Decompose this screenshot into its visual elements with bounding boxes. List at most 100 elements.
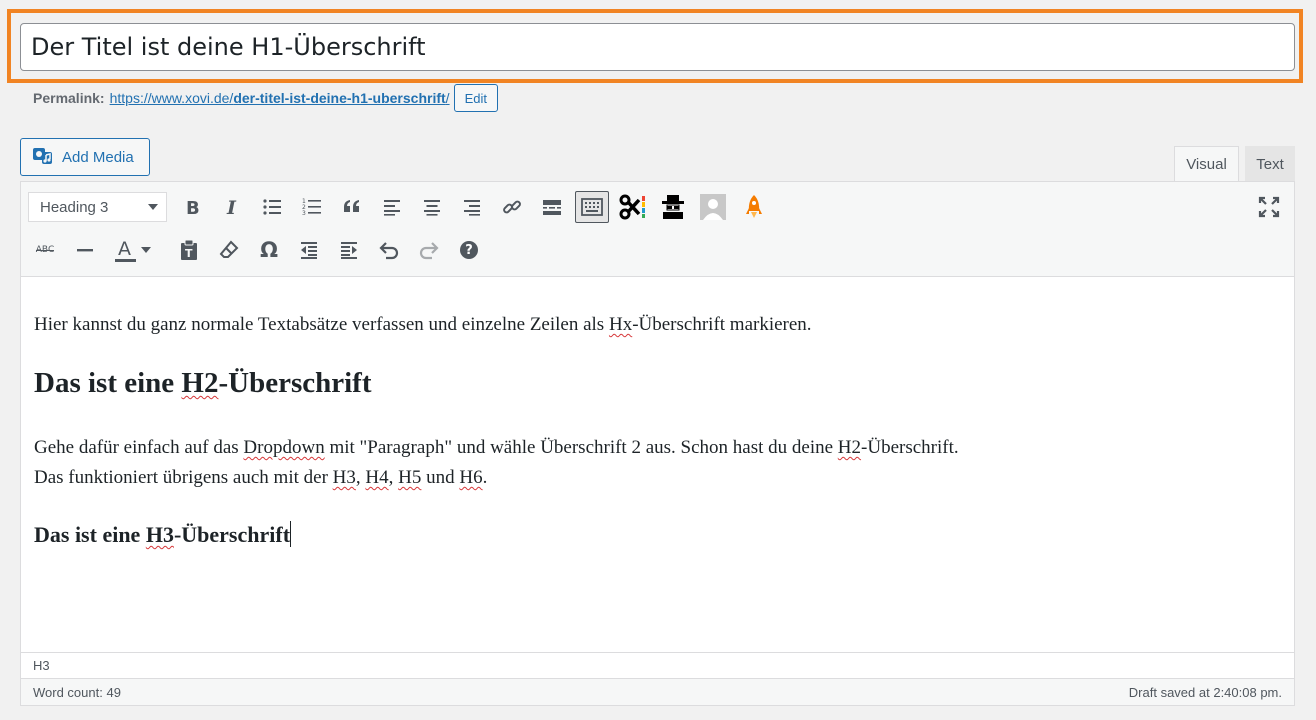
heading-2: Das ist eine H2-Überschrift <box>34 367 372 400</box>
p1-text-a: Hier kannst du ganz normale Textabsätze … <box>34 314 609 335</box>
clear-formatting-icon <box>219 240 239 258</box>
redo-button[interactable] <box>414 235 444 265</box>
toolbar-toggle-icon <box>581 198 603 216</box>
blockquote-icon <box>344 200 359 212</box>
chevron-down-icon <box>141 247 151 253</box>
element-path-label[interactable]: H3 <box>33 658 50 673</box>
editor-toolbar: Heading 3 B I 123 ABC A T Ω ? <box>21 182 1294 277</box>
paragraph-1: Hier kannst du ganz normale Textabsätze … <box>34 314 812 336</box>
numbered-list-button[interactable]: 123 <box>297 192 327 222</box>
strikethrough-icon: ABC <box>35 245 55 255</box>
special-character-icon: Ω <box>260 238 278 262</box>
toolbar-toggle-button[interactable] <box>575 191 609 223</box>
h2-misspelled-word: H2 <box>181 367 219 399</box>
avatar-plugin-button[interactable] <box>696 191 730 223</box>
indent-icon <box>341 242 357 259</box>
align-right-icon <box>464 200 480 216</box>
text-cursor <box>290 521 292 547</box>
format-select-value: Heading 3 <box>40 198 109 216</box>
align-left-icon <box>384 200 400 216</box>
element-path[interactable]: H3 <box>21 652 1294 677</box>
outdent-button[interactable] <box>294 235 324 265</box>
format-select[interactable]: Heading 3 <box>28 192 167 222</box>
tab-text[interactable]: Text <box>1245 146 1295 182</box>
align-center-button[interactable] <box>417 192 447 222</box>
redo-icon <box>419 242 439 260</box>
bold-icon: B <box>186 198 200 217</box>
editor-status-bar: Word count: 49 Draft saved at 2:40:08 pm… <box>21 678 1294 705</box>
horizontal-line-button[interactable] <box>70 235 100 265</box>
add-media-icon <box>32 144 54 170</box>
p2-misspelled-word-1: Dropdown <box>243 437 325 458</box>
chevron-down-icon <box>148 204 158 210</box>
p2-text-a: Gehe dafür einfach auf das <box>34 437 244 458</box>
post-title-input[interactable] <box>20 23 1295 71</box>
rocket-plugin-icon <box>746 195 762 218</box>
rocket-plugin-button[interactable] <box>737 191 771 223</box>
indent-button[interactable] <box>334 235 364 265</box>
bullet-list-icon <box>263 199 281 215</box>
link-icon <box>503 200 521 214</box>
p3-sep-2: , <box>388 467 399 488</box>
p3-misspelled-h6: H6 <box>459 467 483 488</box>
paste-text-icon: T <box>181 239 197 260</box>
p2-text-c: -Überschrift. <box>861 437 959 458</box>
blockquote-button[interactable] <box>337 192 367 222</box>
tab-visual[interactable]: Visual <box>1174 146 1239 182</box>
svg-text:B: B <box>186 198 200 217</box>
help-icon: ? <box>460 241 478 259</box>
text-color-letter: A <box>118 238 131 260</box>
align-right-button[interactable] <box>457 192 487 222</box>
add-media-button[interactable]: Add Media <box>20 138 150 176</box>
p2-text-b: mit "Paragraph" und wähle Überschrift 2 … <box>324 437 838 458</box>
p3-misspelled-h3: H3 <box>332 467 356 488</box>
italic-icon: I <box>226 197 237 217</box>
undo-button[interactable] <box>374 235 404 265</box>
fullscreen-button[interactable] <box>1254 192 1284 222</box>
text-color-button[interactable]: A <box>109 235 155 265</box>
add-media-label: Add Media <box>62 148 134 166</box>
spy-plugin-icon <box>662 195 684 219</box>
help-glyph: ? <box>465 242 473 258</box>
text-color-icon: A <box>113 237 136 263</box>
paste-text-button[interactable]: T <box>174 235 204 265</box>
p3-misspelled-h5: H5 <box>398 467 422 488</box>
align-left-button[interactable] <box>377 192 407 222</box>
p2-misspelled-word-2: H2 <box>837 437 862 458</box>
help-button[interactable]: ? <box>454 235 484 265</box>
scissors-plugin-button[interactable] <box>616 191 650 223</box>
paragraph-3: Das funktioniert übrigens auch mit der H… <box>34 467 487 489</box>
heading-3: Das ist eine H3-Überschrift <box>34 521 292 548</box>
permalink-url-prefix: https://www.xovi.de/ <box>109 90 234 106</box>
permalink-row: Permalink: https://www.xovi.de/der-titel… <box>33 84 498 112</box>
read-more-button[interactable] <box>537 192 567 222</box>
strikethrough-button[interactable]: ABC <box>30 235 60 265</box>
align-center-icon <box>424 200 440 216</box>
link-button[interactable] <box>497 192 527 222</box>
permalink-link[interactable]: https://www.xovi.de/der-titel-ist-deine-… <box>110 90 450 106</box>
avatar-plugin-icon <box>700 194 726 220</box>
editor-content[interactable]: Hier kannst du ganz normale Textabsätze … <box>21 277 1294 651</box>
numbered-list-icon: 123 <box>302 198 321 217</box>
scissors-plugin-icon <box>619 194 645 220</box>
p3-misspelled-h4: H4 <box>365 467 389 488</box>
italic-button[interactable]: I <box>217 192 247 222</box>
bullet-list-button[interactable] <box>257 192 287 222</box>
bold-button[interactable]: B <box>177 192 207 222</box>
outdent-icon <box>301 242 317 259</box>
special-character-button[interactable]: Ω <box>254 235 284 265</box>
clear-formatting-button[interactable] <box>214 235 244 265</box>
word-count: Word count: 49 <box>33 685 121 700</box>
p3-end: . <box>482 467 488 488</box>
permalink-edit-button[interactable]: Edit <box>453 84 498 112</box>
h2-text-a: Das ist eine <box>34 367 182 399</box>
svg-text:T: T <box>185 247 193 260</box>
permalink-url-slug: der-titel-ist-deine-h1-uberschrift <box>233 90 446 106</box>
paragraph-2: Gehe dafür einfach auf das Dropdown mit … <box>34 437 959 459</box>
undo-icon <box>379 242 399 260</box>
spy-plugin-button[interactable] <box>656 191 690 223</box>
h2-text-b: -Überschrift <box>218 367 372 399</box>
read-more-icon <box>543 200 561 215</box>
p3-text-a: Das funktioniert übrigens auch mit der <box>34 467 333 488</box>
svg-text:I: I <box>226 197 237 217</box>
